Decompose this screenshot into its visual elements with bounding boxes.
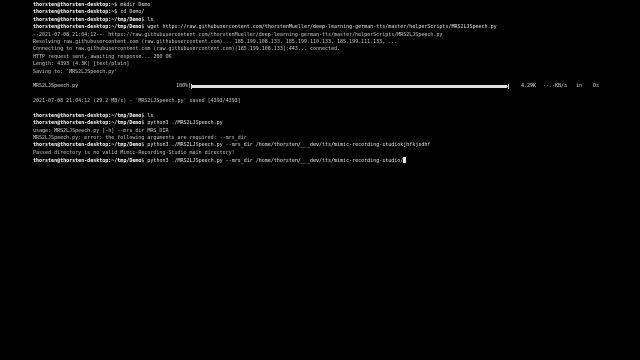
prompt-user-host: thorsten@thorsten-desktop:	[33, 142, 112, 149]
command-text: $ python3 ./MRS2LJSpeech.py	[141, 120, 223, 127]
prompt-user-host: thorsten@thorsten-desktop:	[33, 158, 112, 165]
command-text: $ python3 ./MRS2LJSpeech.py --mrs_dir /h…	[141, 142, 431, 149]
command-line: thorsten@thorsten-desktop:~/tmp/Demo$ wg…	[33, 24, 633, 31]
prompt-user-host: thorsten@thorsten-desktop:	[33, 2, 112, 8]
progress-rate: --.-KB/s	[543, 83, 568, 90]
progress-filename: MRS2LJSpeech.py	[33, 83, 79, 90]
output-line: --2021-07-08 21:04:12-- https://raw.gith…	[33, 31, 443, 38]
command-line: thorsten@thorsten-desktop:~/tmp/Demo$ py…	[33, 120, 633, 127]
command-line: thorsten@thorsten-desktop:~$ mkdir Demo	[33, 2, 633, 9]
active-command-line[interactable]: thorsten@thorsten-desktop:~/tmp/Demo$ py…	[33, 157, 633, 164]
output-line: MRS2LJSpeech.py: error: the following ar…	[33, 135, 247, 142]
command-line: thorsten@thorsten-desktop:~$ cd Demo/	[33, 9, 633, 16]
prompt-path: ~/tmp/Demo	[111, 120, 142, 127]
progress-bar-cap-right	[508, 84, 509, 90]
progress-size: 4.29K	[521, 83, 537, 90]
output-line: usage: MRS2LJSpeech.py [-h] --mrs_dir MR…	[33, 127, 169, 134]
prompt-path: ~/tmp/Demo	[111, 16, 142, 23]
progress-bar-cap-left	[191, 84, 192, 90]
prompt-path: ~/tmp/Demo	[111, 142, 142, 149]
prompt-user-host: thorsten@thorsten-desktop:	[33, 120, 112, 127]
output-line: Length: 4393 (4.3K) [text/plain]	[33, 61, 130, 68]
command-line: thorsten@thorsten-desktop:~/tmp/Demo$ py…	[33, 142, 633, 149]
progress-bar-fill	[191, 85, 507, 89]
command-line: thorsten@thorsten-desktop:~/tmp/Demo$ ls	[33, 17, 633, 24]
prompt-user-host: thorsten@thorsten-desktop:	[33, 9, 112, 16]
prompt-user-host: thorsten@thorsten-desktop:	[33, 16, 112, 23]
progress-bar	[191, 83, 509, 90]
output-line: HTTP request sent, awaiting response... …	[33, 53, 172, 60]
progress-percent: 100%[	[176, 83, 192, 90]
prompt-user-host: thorsten@thorsten-desktop:	[33, 112, 112, 119]
prompt-path: ~/tmp/Demo	[111, 24, 142, 31]
terminal-window[interactable]: thorsten@thorsten-desktop:~$ mkdir Demo t…	[0, 0, 640, 360]
command-text: $ python3 ./MRS2LJSpeech.py --mrs_dir /h…	[141, 158, 404, 165]
prompt-user-host: thorsten@thorsten-desktop:	[33, 24, 112, 31]
output-line: Saving to: 'MRS2LJSpeech.py'	[33, 68, 118, 75]
terminal-output: thorsten@thorsten-desktop:~$ mkdir Demo t…	[33, 2, 633, 165]
output-line: Connecting to raw.githubusercontent.com …	[33, 46, 341, 53]
prompt-path: ~/tmp/Demo	[111, 112, 142, 119]
prompt-path: ~/tmp/Demo	[111, 158, 142, 165]
command-text: $ wget https://raw.githubusercontent.com…	[141, 24, 497, 31]
output-line: 2021-07-08 21:04:12 (29.2 MB/s) - 'MRS2L…	[33, 98, 241, 105]
output-line: Passed directory is no valid Mimic-Recor…	[33, 149, 235, 156]
command-text: $ ls	[141, 112, 154, 119]
output-line: Resolving raw.githubusercontent.com (raw…	[33, 38, 398, 45]
command-line: thorsten@thorsten-desktop:~/tmp/Demo$ ls	[33, 113, 633, 120]
command-text: $ ls	[141, 16, 154, 23]
download-progress-line: MRS2LJSpeech.py 100%[ 4.29K --.-KB/s in 0s	[33, 83, 633, 90]
command-text: $ mkdir Demo	[114, 2, 151, 8]
progress-in-label: in	[576, 83, 583, 90]
progress-time: 0s	[593, 83, 600, 90]
text-cursor[interactable]	[403, 157, 407, 164]
command-text: $ cd Demo/	[114, 9, 145, 16]
